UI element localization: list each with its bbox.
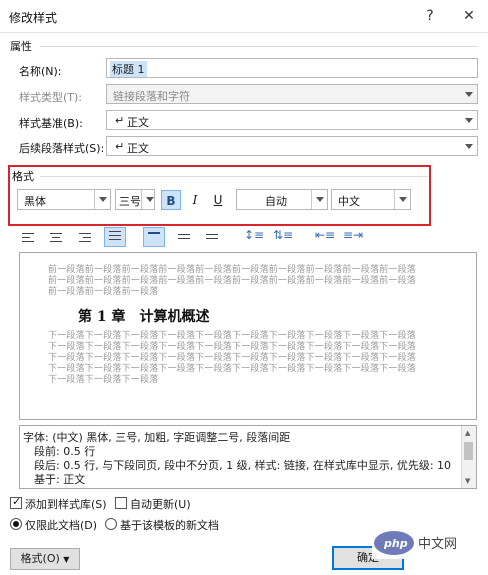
next-style-label: 后续段落样式(S): [19, 142, 105, 155]
chevron-down-icon[interactable] [311, 190, 327, 209]
chevron-down-icon[interactable] [461, 137, 477, 155]
next-style-select[interactable]: ↵ 正文 [106, 136, 478, 156]
style-type-select: 链接段落和字符 [106, 84, 478, 104]
scroll-thumb[interactable] [464, 442, 473, 460]
decrease-indent-icon[interactable]: ⇤≡ [315, 228, 335, 242]
properties-section-label: 属性 [10, 40, 32, 53]
align-left-icon[interactable] [22, 230, 42, 246]
caret-down-icon: ▼ [63, 555, 70, 564]
font-value: 黑体 [24, 195, 46, 208]
preview-before-line: 前一段落前一段落前一段落 [48, 287, 159, 297]
font-color-value: 自动 [265, 195, 287, 208]
chevron-down-icon[interactable] [461, 111, 477, 129]
preview-before-line: 前一段落前一段落前一段落前一段落前一段落前一段落前一段落前一段落前一段落前一段落 [48, 276, 417, 286]
svg-text:php: php [383, 537, 408, 550]
site-watermark-logo: php 中文网 [372, 527, 480, 559]
script-select[interactable]: 中文 [331, 189, 411, 210]
radio-dot [13, 521, 19, 527]
single-spacing-icon [148, 232, 168, 248]
increase-indent-icon[interactable]: ≡⇥ [343, 228, 363, 242]
name-value: 标题 1 [110, 61, 147, 77]
help-button[interactable]: ? [417, 6, 443, 26]
svg-text:中文网: 中文网 [418, 537, 457, 552]
next-style-value: 正文 [127, 142, 149, 155]
format-section-label: 格式 [12, 170, 34, 183]
only-this-doc-radio[interactable] [10, 518, 22, 530]
preview-after-line: 下一段落下一段落下一段落下一段落下一段落下一段落下一段落下一段落下一段落下一段落 [48, 331, 417, 341]
chevron-down-icon[interactable] [141, 190, 154, 209]
style-type-label: 样式类型(T): [19, 91, 83, 104]
php-cn-logo: php 中文网 [374, 531, 457, 555]
title-bar: 修改样式 ? ✕ [0, 0, 488, 33]
preview-before-line: 前一段落前一段落前一段落前一段落前一段落前一段落前一段落前一段落前一段落前一段落 [48, 265, 417, 275]
one-half-spacing-icon[interactable] [178, 231, 198, 247]
chevron-down-icon [461, 85, 477, 103]
paragraph-mark-icon: ↵ [115, 114, 125, 127]
preview-after-line: 下一段落下一段落下一段落下一段落下一段落下一段落下一段落下一段落下一段落下一段落 [48, 342, 417, 352]
chevron-down-icon[interactable] [94, 190, 110, 209]
preview-after-line: 下一段落下一段落下一段落下一段落下一段落下一段落下一段落下一段落下一段落下一段落 [48, 364, 417, 374]
template-docs-radio[interactable] [105, 518, 117, 530]
description-scrollbar[interactable]: ▲ ▼ [461, 426, 476, 488]
based-on-value: 正文 [127, 116, 149, 129]
increase-spacing-icon[interactable]: ↕≡ [244, 228, 264, 242]
bold-button[interactable]: B [161, 190, 181, 210]
style-description: 字体: (中文) 黑体, 三号, 加粗, 字距调整二号, 段落间距 段前: 0.… [19, 425, 477, 489]
format-menu-label: 格式(O) [20, 552, 60, 565]
font-select[interactable]: 黑体 [17, 189, 111, 210]
preview-after-line: 下一段落下一段落下一段落 [48, 375, 159, 385]
scroll-up-icon[interactable]: ▲ [465, 429, 470, 437]
auto-update-checkbox[interactable] [115, 497, 127, 509]
template-docs-label[interactable]: 基于该模板的新文档 [120, 517, 219, 533]
description-line: 基于: 正文 [34, 473, 86, 486]
dialog-title: 修改样式 [9, 11, 58, 25]
section-divider [40, 46, 478, 47]
name-label: 名称(N): [19, 65, 62, 78]
format-menu-button[interactable]: 格式(O) ▼ [10, 548, 80, 570]
description-line: 段后: 0.5 行, 与下段同页, 段中不分页, 1 级, 样式: 链接, 在样… [34, 459, 452, 472]
style-preview: 前一段落前一段落前一段落前一段落前一段落前一段落前一段落前一段落前一段落前一段落… [19, 252, 477, 420]
preview-heading: 第 1 章 计算机概述 [78, 309, 210, 325]
based-on-select[interactable]: ↵ 正文 [106, 110, 478, 130]
font-color-select[interactable]: 自动 [236, 189, 328, 210]
close-button[interactable]: ✕ [456, 6, 482, 26]
style-type-value: 链接段落和字符 [113, 90, 190, 103]
align-center-icon[interactable] [50, 230, 70, 246]
scroll-down-icon[interactable]: ▼ [465, 477, 470, 485]
preview-after-line: 下一段落下一段落下一段落下一段落下一段落下一段落下一段落下一段落下一段落下一段落 [48, 353, 417, 363]
decrease-spacing-icon[interactable]: ⇅≡ [273, 228, 293, 242]
add-to-gallery-checkbox[interactable]: ✓ [10, 495, 22, 509]
checkmark-icon: ✓ [12, 495, 22, 508]
auto-update-label[interactable]: 自动更新(U) [130, 496, 191, 512]
single-spacing-button[interactable] [143, 227, 165, 247]
underline-button[interactable]: U [208, 190, 228, 210]
section-divider [40, 176, 428, 177]
size-value: 三号 [119, 195, 141, 208]
italic-button[interactable]: I [185, 190, 205, 210]
add-to-gallery-label[interactable]: 添加到样式库(S) [25, 496, 107, 512]
justify-button[interactable] [104, 227, 126, 247]
size-select[interactable]: 三号 [115, 189, 155, 210]
double-spacing-icon[interactable] [206, 231, 226, 247]
align-right-icon[interactable] [79, 230, 99, 246]
paragraph-mark-icon: ↵ [115, 140, 125, 153]
only-this-doc-label[interactable]: 仅限此文档(D) [25, 517, 97, 533]
based-on-label: 样式基准(B): [19, 117, 83, 130]
chevron-down-icon[interactable] [394, 190, 410, 209]
script-value: 中文 [338, 195, 360, 208]
name-input[interactable]: 标题 1 [106, 58, 478, 78]
justify-icon [109, 231, 129, 247]
